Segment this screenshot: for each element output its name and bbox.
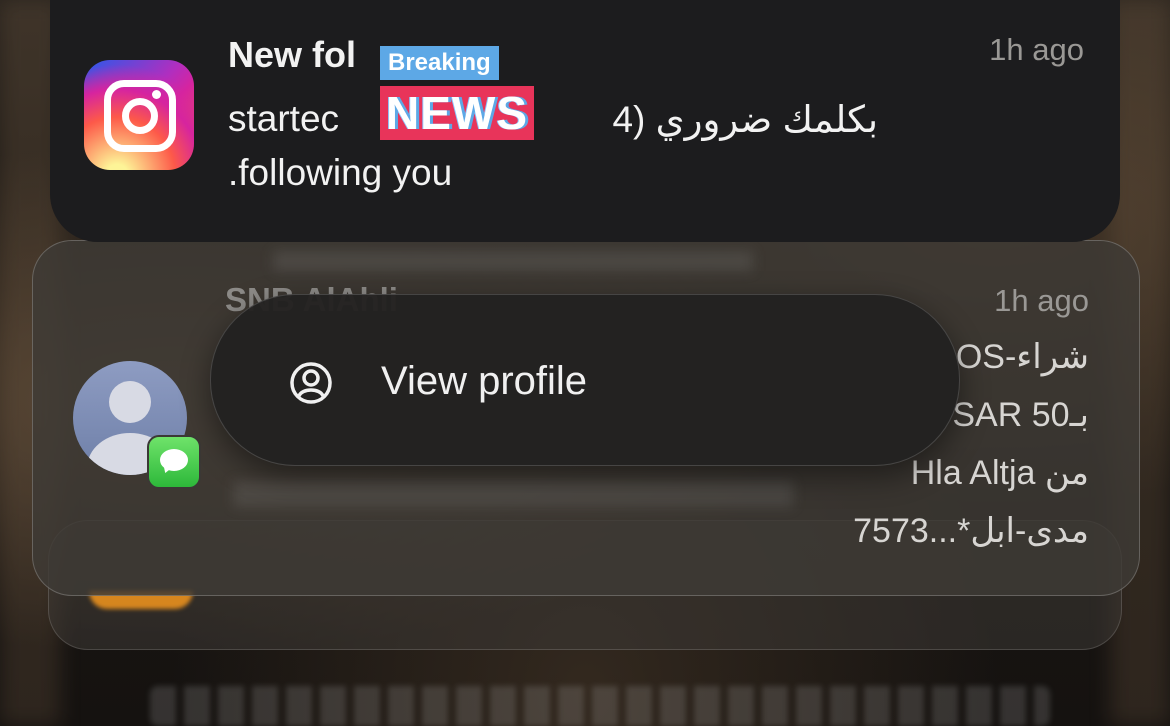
- blurred-text: [273, 251, 753, 271]
- sms-body-line: شراء-OS: [955, 338, 1089, 376]
- view-profile-menu-item[interactable]: View profile: [211, 295, 959, 465]
- sms-body-line: بـ50 SAR: [952, 396, 1089, 434]
- sms-timestamp: 1h ago: [994, 283, 1089, 318]
- sms-body-line: مدى-ابل*...7573: [853, 512, 1089, 550]
- instagram-app-icon: [84, 60, 194, 170]
- body-text-arabic: بكلمك ضروري (4: [612, 99, 878, 140]
- news-label: NEWS: [380, 86, 534, 140]
- instagram-notification[interactable]: New fol 1h ago startec بكلمك ضروري (4 .f…: [50, 0, 1120, 242]
- notification-title: New fol: [228, 34, 357, 75]
- body-text-start: startec: [228, 98, 340, 139]
- notification-timestamp: 1h ago: [989, 32, 1084, 67]
- blurred-wallpaper-text: [150, 686, 1050, 726]
- view-profile-label: View profile: [381, 359, 588, 403]
- notification-body-line: startec بكلمك ضروري (4: [228, 98, 878, 140]
- breaking-label: Breaking: [380, 46, 499, 80]
- context-menu: View profile: [210, 294, 960, 466]
- notification-body-line: .following you: [228, 152, 453, 193]
- blurred-text: [233, 481, 793, 507]
- messages-icon: [147, 435, 201, 489]
- person-circle-icon: [290, 362, 332, 404]
